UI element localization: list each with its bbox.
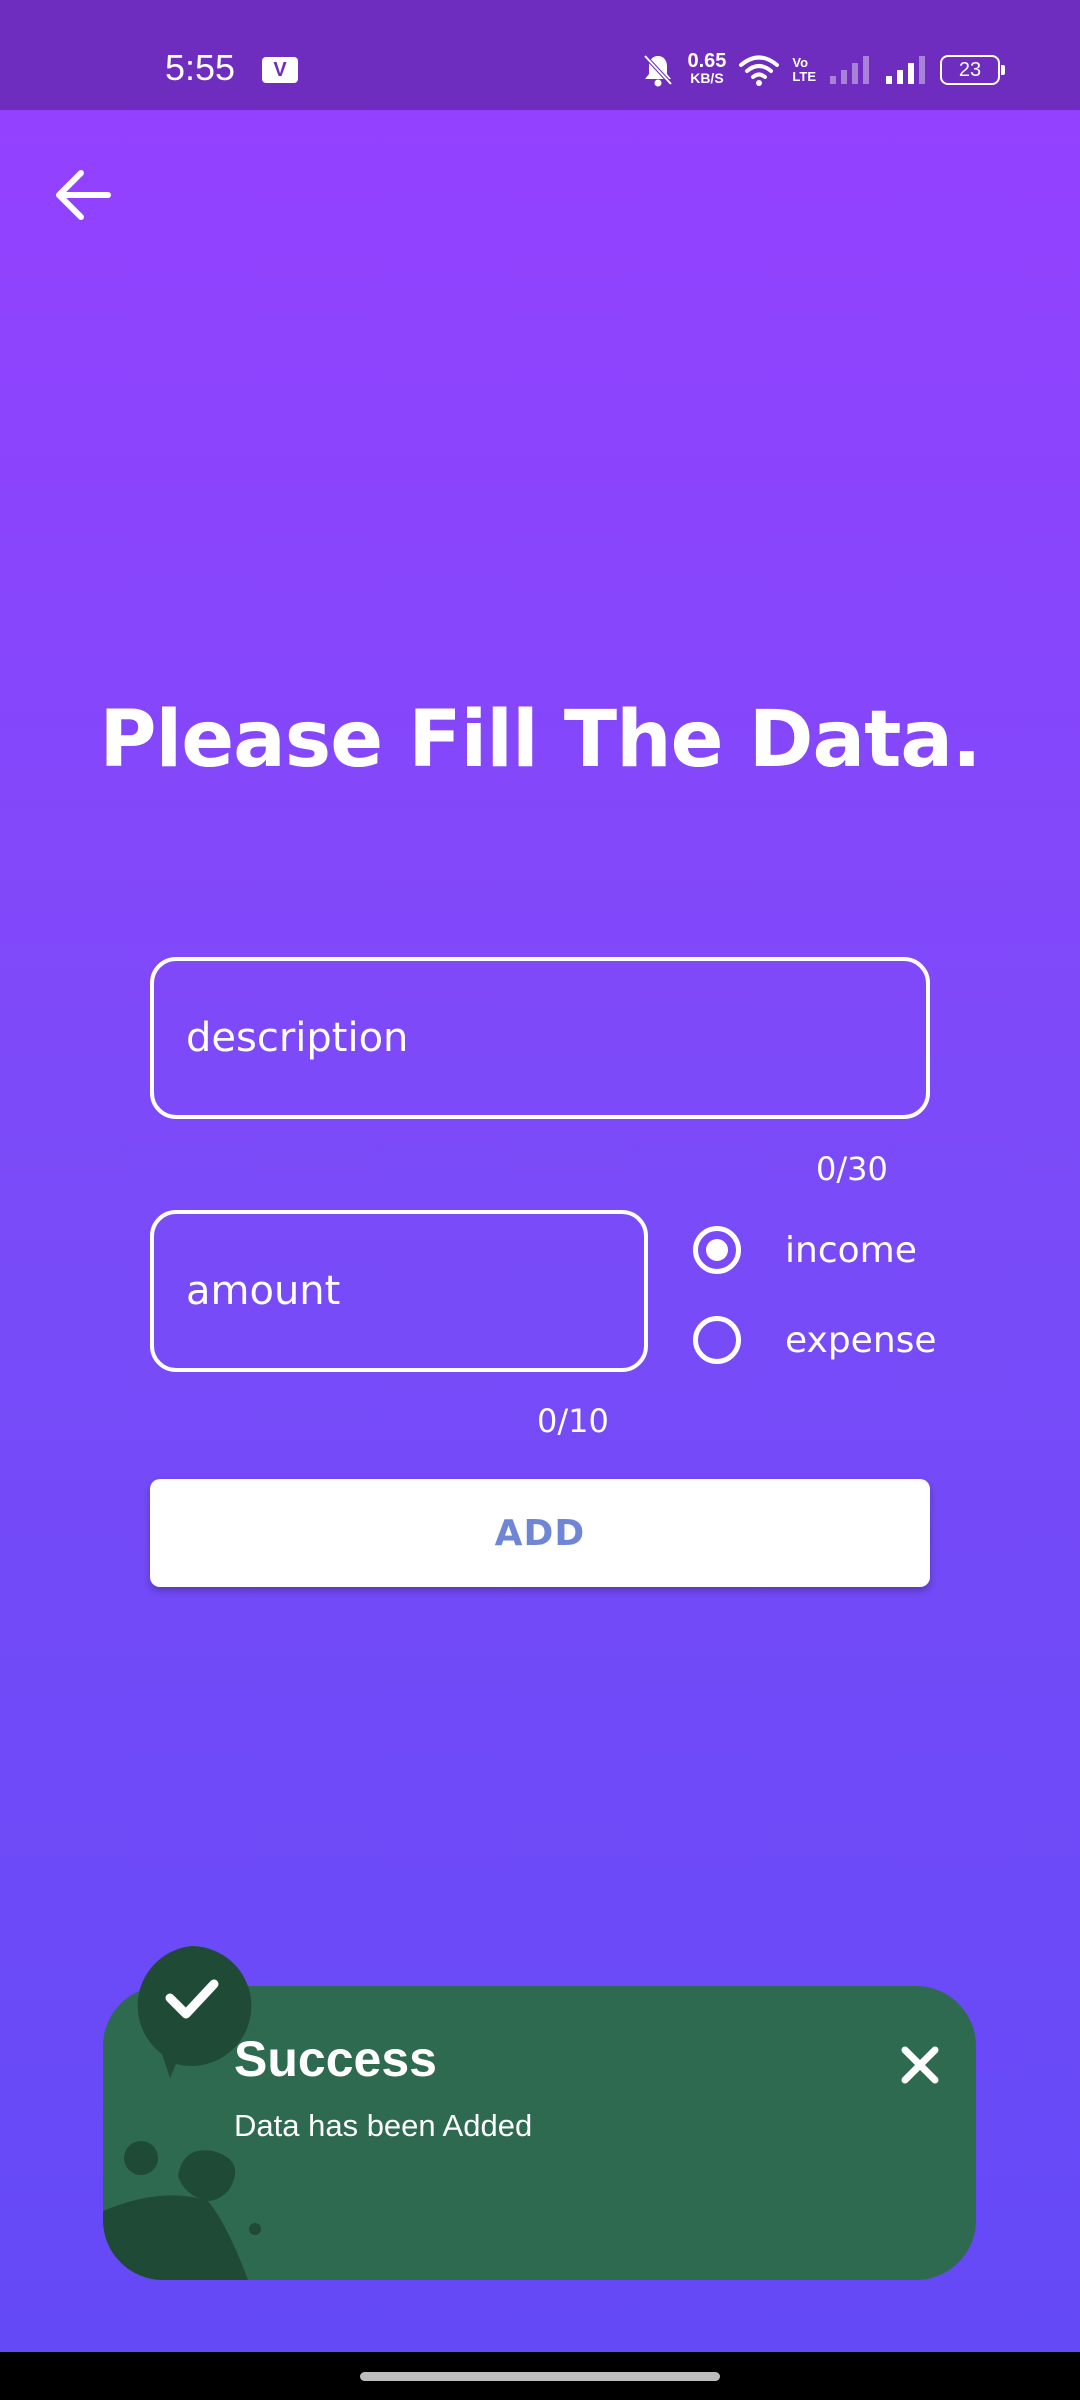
amount-char-counter: 0/10 [537,1402,609,1440]
add-button[interactable]: ADD [150,1479,930,1587]
description-char-counter: 0/30 [816,1150,888,1188]
notification-app-icon: V [262,57,298,83]
network-speed: 0.65 KB/S [687,50,727,87]
radio-expense-label: expense [785,1319,937,1361]
signal-sim1-icon [828,54,872,86]
volte-bottom: LTE [792,69,816,84]
system-nav-bar [0,2352,1080,2400]
radio-expense-circle[interactable] [693,1316,741,1364]
volte-top: Vo [792,55,809,70]
snackbar-message: Data has been Added [234,2108,533,2143]
status-icons: 0.65 KB/S Vo LTE 23 [641,50,1005,88]
amount-input[interactable]: amount [150,1210,648,1372]
network-speed-value: 0.65 [687,50,727,72]
add-transaction-screen: 5:55 V 0.65 KB/S Vo LTE 23 Please Fill T… [0,0,1080,2400]
radio-income-label: income [785,1229,917,1271]
radio-income[interactable]: income [693,1226,917,1274]
arrow-left-icon [56,170,111,220]
description-placeholder: description [186,1015,409,1061]
network-speed-unit: KB/S [690,70,724,86]
status-time: 5:55 [165,47,236,88]
status-bar: 5:55 V 0.65 KB/S Vo LTE 23 [0,0,1080,110]
volte-indicator: Vo LTE [792,56,816,84]
description-input[interactable]: description [150,957,930,1119]
mute-bell-icon [641,52,675,88]
snackbar-title: Success [234,2031,437,2087]
radio-income-circle[interactable] [693,1226,741,1274]
close-icon [901,2046,939,2084]
radio-expense[interactable]: expense [693,1316,937,1364]
amount-placeholder: amount [186,1268,341,1314]
back-button[interactable] [48,160,118,230]
signal-sim2-icon [884,54,928,86]
home-indicator[interactable] [360,2372,720,2381]
page-title: Please Fill The Data. [99,695,981,785]
wifi-icon [738,53,780,87]
battery-indicator: 23 [940,55,1005,85]
snackbar-close-button[interactable] [895,2040,945,2090]
